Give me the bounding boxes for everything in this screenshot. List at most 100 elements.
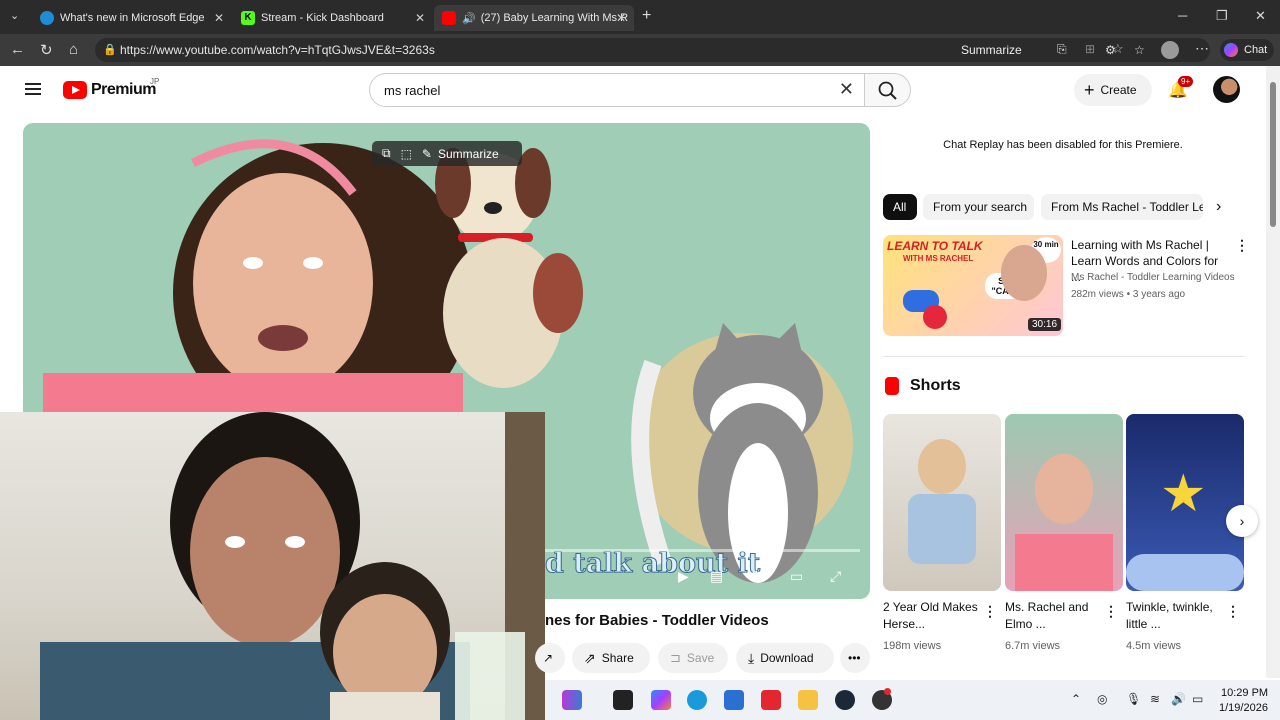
more-vertical-icon[interactable]: ⋮ (983, 603, 997, 620)
widgets-icon[interactable] (562, 690, 582, 710)
like-button[interactable]: ↗ (535, 643, 565, 673)
logo-text[interactable]: Premium (91, 81, 156, 99)
speaker-icon[interactable]: 🔊 (462, 12, 476, 25)
chip-from-your-search[interactable]: From your search (923, 194, 1034, 220)
subtitles-icon[interactable]: ▤ (710, 568, 723, 585)
search-input[interactable]: ms rachel ✕ (369, 73, 865, 107)
close-icon[interactable]: ✕ (616, 11, 626, 25)
battery-icon[interactable]: ▭ (1192, 692, 1203, 706)
create-button[interactable]: + Create (1074, 74, 1152, 106)
terminal-icon[interactable] (613, 690, 633, 710)
more-actions-button[interactable]: ••• (840, 643, 870, 673)
hamburger-menu-icon[interactable] (25, 83, 41, 95)
shorts-heading: Shorts (910, 377, 961, 394)
short-2-shirt (1015, 534, 1113, 591)
download-label: Download (760, 651, 814, 665)
recommended-channel[interactable]: Ms Rachel - Toddler Learning Videos (1071, 272, 1241, 283)
steam-icon[interactable] (835, 690, 855, 710)
scroll-thumb[interactable] (1270, 82, 1276, 227)
more-vertical-icon[interactable]: ⋮ (1235, 237, 1249, 254)
share-icon: ⇗ (584, 649, 596, 666)
visual-search-icon[interactable]: ⬚ (401, 147, 412, 161)
short-title-3[interactable]: Twinkle, twinkle, little ... (1126, 599, 1226, 633)
extension-icon[interactable]: ⚙ (1105, 43, 1116, 57)
short-thumbnail-2[interactable] (1005, 414, 1123, 591)
tab-title: Stream - Kick Dashboard (261, 12, 384, 24)
edge-icon[interactable] (687, 690, 707, 710)
copilot-chat-button[interactable]: Chat (1220, 39, 1274, 61)
tab-actions-icon[interactable]: ⌄ (10, 9, 19, 22)
more-horizontal-icon: ••• (848, 651, 861, 665)
more-vertical-icon[interactable]: ⋮ (1226, 603, 1240, 620)
maximize-button[interactable]: ❐ (1216, 8, 1228, 24)
create-label: Create (1100, 83, 1137, 97)
copilot-icon[interactable] (651, 690, 671, 710)
chip-all[interactable]: All (883, 194, 917, 220)
short-thumbnail-1[interactable] (883, 414, 1001, 591)
network-icon[interactable]: ◎ (1097, 692, 1107, 706)
tab-kick-dashboard[interactable]: K Stream - Kick Dashboard ✕ (233, 5, 433, 31)
microphone-icon[interactable]: 🎙 (1126, 692, 1141, 706)
settings-gear-icon[interactable]: ⚙ (750, 568, 763, 585)
chevron-right-icon: › (1239, 513, 1245, 529)
more-vertical-icon[interactable]: ⋮ (1104, 603, 1118, 620)
apps-icon[interactable]: ⊞ (1085, 42, 1095, 56)
tab-youtube[interactable]: 🔊 (27) Baby Learning With Ms R ✕ (434, 5, 634, 31)
clear-search-icon[interactable]: ✕ (839, 79, 854, 100)
avatar[interactable] (1213, 76, 1240, 103)
play-icon[interactable]: ▶ (678, 568, 689, 585)
save-label: Save (686, 651, 715, 665)
theater-mode-icon[interactable]: ▭ (790, 568, 803, 585)
download-icon: ⤓ (748, 649, 755, 666)
close-icon[interactable]: ✕ (415, 11, 425, 25)
home-button[interactable]: ⌂ (69, 41, 78, 58)
video-progress-bar[interactable] (545, 549, 860, 552)
share-button[interactable]: ⇗ Share (572, 643, 650, 673)
youtube-app-icon[interactable] (761, 690, 781, 710)
chevron-right-icon[interactable]: › (1216, 198, 1221, 216)
shorts-next-button[interactable]: › (1226, 505, 1258, 537)
video-duration: 30:16 (1028, 318, 1062, 331)
profile-icon[interactable] (1161, 41, 1179, 59)
short-thumbnail-3[interactable]: ★ (1126, 414, 1244, 591)
wifi-icon[interactable]: ≋ (1150, 692, 1160, 706)
site-info-icon[interactable]: 🔒 (103, 43, 117, 56)
clock-time[interactable]: 10:29 PM (1221, 687, 1268, 699)
chevron-up-icon[interactable]: ⌃ (1071, 692, 1081, 706)
webcam-overlay (0, 412, 545, 720)
close-window-button[interactable]: ✕ (1255, 8, 1266, 24)
thumb-text-2: WITH MS RACHEL (903, 254, 974, 263)
short-1-face (918, 439, 966, 494)
favorites-icon[interactable]: ☆ (1134, 43, 1145, 57)
fullscreen-icon[interactable]: ⤢ (830, 568, 841, 585)
short-2-face (1035, 454, 1093, 524)
refresh-button[interactable]: ↻ (40, 41, 53, 59)
webcam-frame (40, 412, 545, 720)
tab-edge-news[interactable]: What's new in Microsoft Edge ✕ (32, 5, 232, 31)
logo-region: JP (150, 77, 160, 86)
url-field[interactable]: 🔒 https://www.youtube.com/watch?v=hTqtGJ… (95, 38, 1210, 62)
kick-icon: K (241, 11, 255, 25)
search-button[interactable] (865, 73, 911, 107)
short-title-1[interactable]: 2 Year Old Makes Herse... (883, 599, 983, 633)
more-menu-icon[interactable]: ⋯ (1195, 40, 1209, 57)
new-tab-button[interactable]: + (642, 7, 651, 25)
youtube-logo-icon[interactable] (63, 81, 87, 99)
save-button[interactable]: ⊐ Save (658, 643, 728, 673)
store-icon[interactable] (724, 690, 744, 710)
video-summarize-button[interactable]: Summarize (438, 147, 499, 161)
minimize-button[interactable]: ─ (1178, 8, 1187, 23)
page-scrollbar[interactable] (1266, 66, 1280, 678)
chip-from-channel[interactable]: From Ms Rachel - Toddler Le (1041, 194, 1203, 220)
short-title-2[interactable]: Ms. Rachel and Elmo ... (1005, 599, 1105, 633)
file-explorer-icon[interactable] (798, 690, 818, 710)
volume-icon[interactable]: 🔊 (1171, 692, 1186, 706)
download-button[interactable]: ⤓ Download (736, 643, 834, 673)
clock-date[interactable]: 1/19/2026 (1219, 702, 1268, 714)
chat-replay-notice: Chat Replay has been disabled for this P… (943, 139, 1183, 151)
close-icon[interactable]: ✕ (214, 11, 224, 25)
back-button[interactable]: ← (10, 41, 25, 58)
picture-in-picture-icon[interactable]: ⧉ (382, 146, 391, 161)
summarize-button[interactable]: Summarize (961, 43, 1022, 57)
search-value: ms rachel (384, 83, 441, 98)
